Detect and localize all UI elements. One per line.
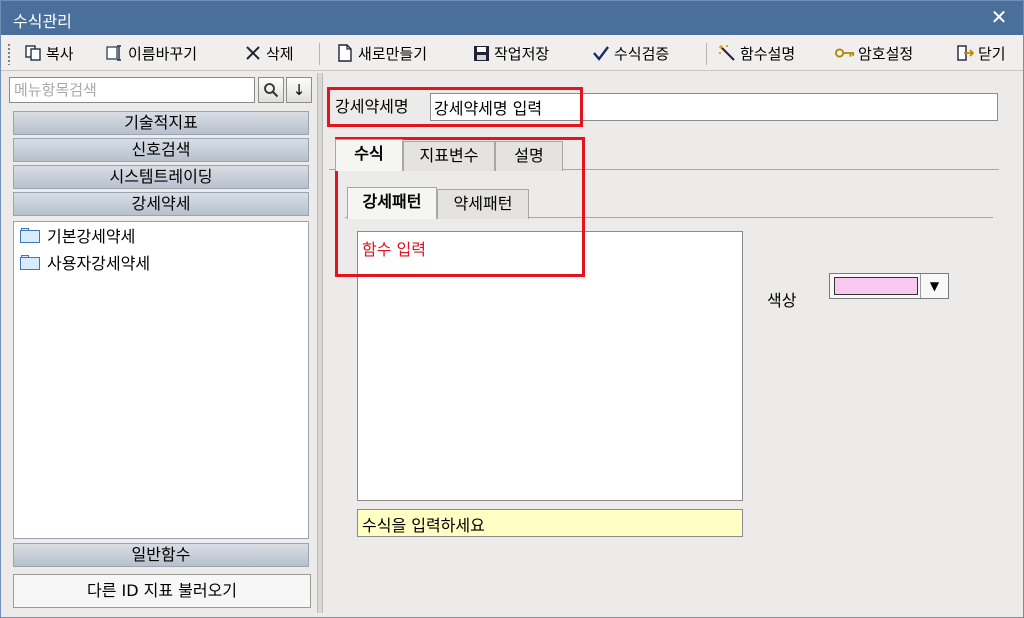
load-other-id-button[interactable]: 다른 ID 지표 불러오기 — [13, 574, 311, 608]
exit-door-icon — [955, 43, 975, 63]
new-label: 새로만들기 — [358, 44, 428, 63]
right-panel: 강세약세명 수식 지표변수 설명 강세패턴 약세패턴 함수 입력 수식을 입력하… — [323, 73, 1021, 613]
subtab-bull-pattern[interactable]: 강세패턴 — [347, 187, 437, 219]
toolbar-separator — [706, 43, 707, 65]
password-label: 암호설정 — [858, 44, 914, 63]
dropdown-arrow-icon[interactable]: ▼ — [920, 274, 948, 298]
subtab-bear-pattern[interactable]: 약세패턴 — [437, 189, 529, 219]
folder-icon — [20, 254, 40, 270]
toolbar-separator — [319, 43, 320, 65]
color-label: 색상 — [767, 291, 797, 310]
function-help-button[interactable]: 함수설명 — [717, 40, 795, 66]
formula-manager-window: 수식관리 ✕ 복사 이름바꾸기 삭제 새로만들기 작업저장 수식검증 함수설명 … — [0, 0, 1024, 618]
folder-icon — [20, 227, 40, 243]
tree-item-user[interactable]: 사용자강세약세 — [20, 250, 150, 274]
delete-button[interactable]: 삭제 — [243, 40, 294, 66]
name-label: 강세약세명 — [335, 97, 409, 116]
search-icon — [264, 83, 279, 98]
copy-icon — [23, 43, 43, 63]
color-swatch — [834, 277, 918, 295]
rename-icon — [105, 43, 125, 63]
key-icon — [835, 43, 855, 63]
save-label: 작업저장 — [494, 44, 550, 63]
save-disk-icon — [471, 43, 491, 63]
formula-editor[interactable]: 함수 입력 — [357, 231, 743, 501]
copy-button[interactable]: 복사 — [23, 40, 74, 66]
search-button[interactable] — [258, 77, 284, 103]
tab-formula[interactable]: 수식 — [335, 139, 403, 171]
left-panel: ↓ 기술적지표 신호검색 시스템트레이딩 강세약세 기본강세약세 사용자강세약세… — [5, 73, 314, 613]
rename-button[interactable]: 이름바꾸기 — [105, 40, 197, 66]
toolbar-grip[interactable] — [7, 43, 11, 65]
close-window-button[interactable]: ✕ — [987, 5, 1011, 29]
window-title: 수식관리 — [13, 12, 72, 31]
delete-x-icon — [243, 43, 263, 63]
password-button[interactable]: 암호설정 — [835, 40, 913, 66]
save-button[interactable]: 작업저장 — [471, 40, 549, 66]
color-picker[interactable]: ▼ — [829, 273, 949, 299]
tab-description[interactable]: 설명 — [495, 141, 563, 171]
category-strength-weakness[interactable]: 강세약세 — [13, 192, 309, 216]
rename-label: 이름바꾸기 — [128, 44, 198, 63]
toolbar: 복사 이름바꾸기 삭제 새로만들기 작업저장 수식검증 함수설명 암호설정 닫기 — [1, 35, 1023, 71]
menu-search-input[interactable] — [9, 77, 255, 103]
close-label: 닫기 — [978, 44, 1006, 63]
verify-label: 수식검증 — [614, 44, 670, 63]
close-button[interactable]: 닫기 — [955, 40, 1006, 66]
tree-item-label: 사용자강세약세 — [47, 254, 151, 273]
copy-label: 복사 — [46, 44, 74, 63]
new-button[interactable]: 새로만들기 — [335, 40, 427, 66]
tree-item-basic[interactable]: 기본강세약세 — [20, 223, 135, 247]
title-bar: 수식관리 ✕ — [1, 1, 1023, 35]
status-message: 수식을 입력하세요 — [357, 509, 743, 537]
search-next-button[interactable]: ↓ — [286, 77, 312, 103]
tab-indicator-vars[interactable]: 지표변수 — [403, 141, 495, 171]
category-tree: 기본강세약세 사용자강세약세 — [13, 221, 309, 539]
new-document-icon — [335, 43, 355, 63]
magic-wand-icon — [717, 43, 737, 63]
category-general-functions[interactable]: 일반함수 — [13, 543, 309, 567]
name-input[interactable] — [430, 93, 998, 121]
category-technical-indicators[interactable]: 기술적지표 — [13, 111, 309, 135]
arrow-down-icon: ↓ — [292, 81, 306, 99]
checkmark-icon — [591, 43, 611, 63]
function-help-label: 함수설명 — [740, 44, 796, 63]
tree-item-label: 기본강세약세 — [47, 227, 136, 246]
category-system-trading[interactable]: 시스템트레이딩 — [13, 165, 309, 189]
verify-button[interactable]: 수식검증 — [591, 40, 669, 66]
category-signal-search[interactable]: 신호검색 — [13, 138, 309, 162]
delete-label: 삭제 — [266, 44, 294, 63]
